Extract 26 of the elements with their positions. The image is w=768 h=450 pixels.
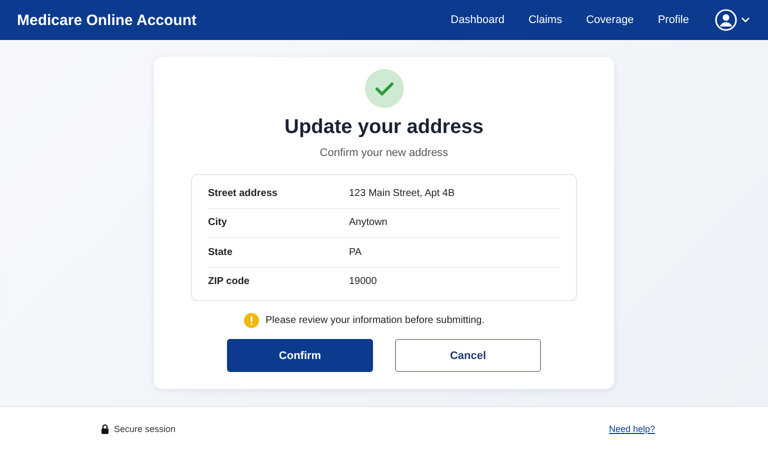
nav-link[interactable]: Profile (658, 14, 689, 26)
field-value: 123 Main Street, Apt 4B (349, 188, 456, 199)
field-label: City (208, 217, 228, 228)
help-link[interactable]: Need help? (608, 424, 655, 434)
page-title: Update your address (284, 116, 484, 139)
site-title: Medicare Online Account (17, 12, 198, 28)
field-label: Street address (208, 188, 278, 199)
field-value: Anytown (349, 217, 388, 228)
nav-link[interactable]: Claims (528, 14, 562, 26)
nav-link[interactable]: Dashboard (450, 14, 504, 26)
user-icon (715, 9, 737, 31)
cancel-button[interactable]: Cancel (395, 339, 541, 372)
warning-icon (244, 313, 258, 328)
subtitle: Confirm your new address (320, 147, 448, 159)
field-value: 19000 (349, 276, 378, 288)
notice-text: Please review your information before submitting. (266, 315, 484, 326)
field-label: State (208, 246, 234, 258)
lock-icon (101, 424, 109, 434)
caret-icon (741, 17, 750, 23)
account-menu[interactable] (715, 9, 750, 31)
confirm-button[interactable]: Confirm (227, 339, 373, 372)
session-status: Secure session (114, 424, 176, 434)
check-icon (364, 69, 404, 108)
nav-link[interactable]: Coverage (586, 14, 634, 26)
field-label: ZIP code (208, 276, 250, 288)
field-value: PA (349, 246, 363, 258)
